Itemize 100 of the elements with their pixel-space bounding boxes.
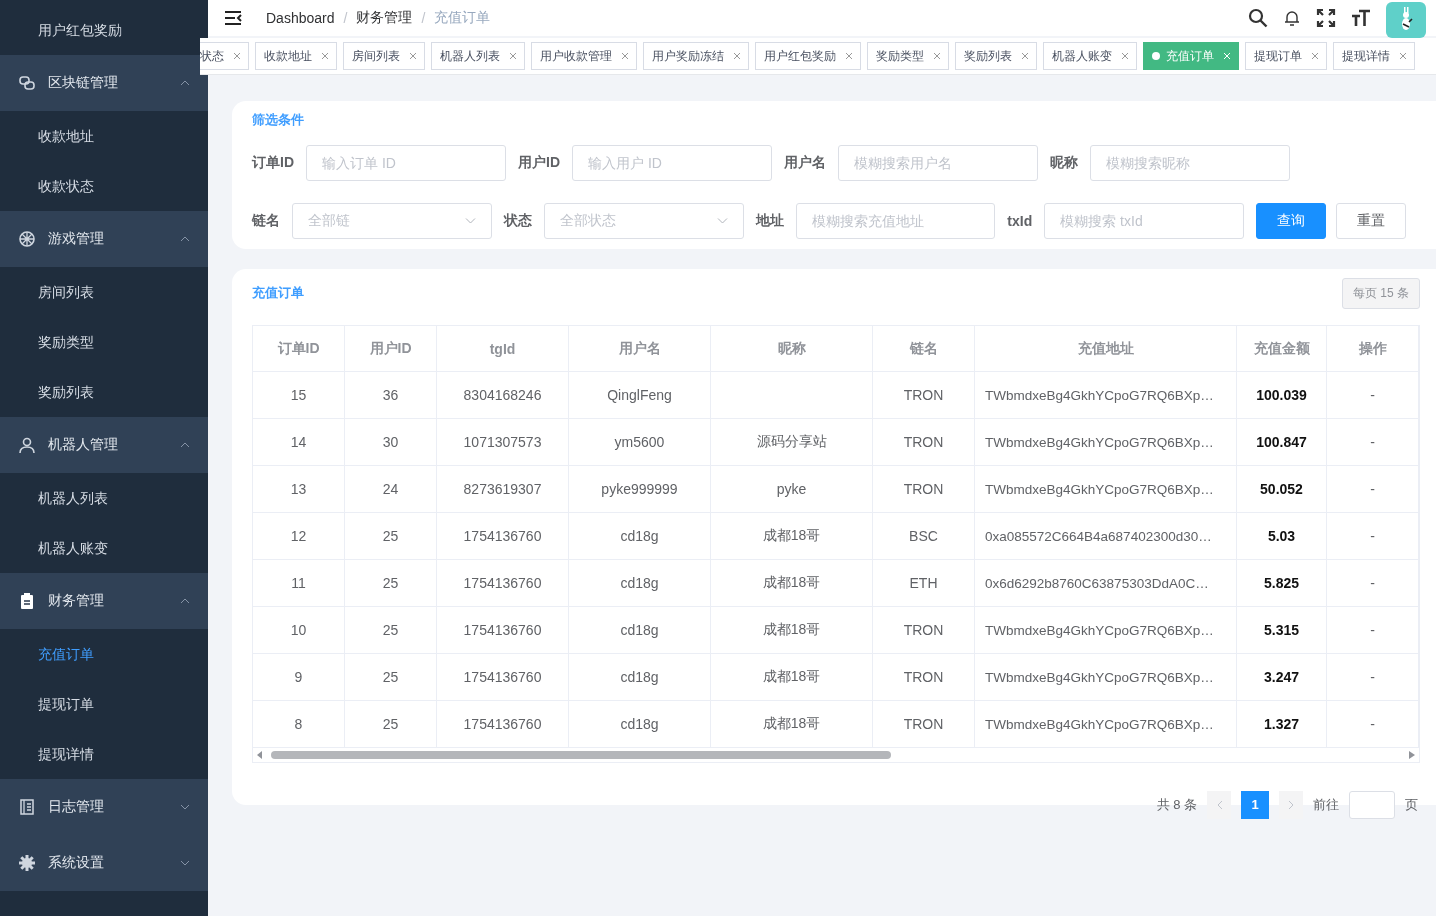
table-cell: 1754136760	[436, 512, 569, 560]
tag-tab[interactable]: 机器人列表	[431, 42, 525, 70]
close-icon[interactable]	[510, 53, 516, 59]
reset-button[interactable]: 重置	[1336, 203, 1406, 239]
field-label: 用户名	[784, 154, 826, 172]
table-cell: TRON	[872, 371, 975, 419]
table-cell: 5.03	[1236, 512, 1327, 560]
table-cell: 成都18哥	[710, 559, 873, 607]
tag-tab[interactable]: 提现详情	[1333, 42, 1415, 70]
input-field[interactable]: 模糊搜索用户名	[838, 145, 1038, 181]
search-icon[interactable]	[1248, 8, 1268, 28]
group-label: 游戏管理	[48, 230, 105, 248]
close-icon[interactable]	[1022, 53, 1028, 59]
close-icon[interactable]	[934, 53, 940, 59]
close-icon[interactable]	[734, 53, 740, 59]
tag-tab[interactable]: 用户奖励冻结	[643, 42, 749, 70]
table-cell: TRON	[872, 653, 975, 701]
breadcrumb-item[interactable]: Dashboard	[266, 10, 335, 26]
table-cell: 1754136760	[436, 559, 569, 607]
table-cell: TWbmdxeBg4GkhYCpoG7RQ6BXp…	[974, 371, 1237, 419]
tag-tab[interactable]: 提现订单	[1245, 42, 1327, 70]
close-icon[interactable]	[1122, 53, 1128, 59]
dot-icon	[1152, 52, 1160, 60]
table-cell: 1071307573	[436, 418, 569, 466]
sidebar-group[interactable]: 游戏管理	[0, 211, 208, 267]
field-label: 地址	[755, 212, 784, 230]
table-cell: ym5600	[568, 418, 711, 466]
tag-tab[interactable]: 用户红包奖励	[755, 42, 861, 70]
tag-tab[interactable]: 奖励列表	[955, 42, 1037, 70]
scroll-right-icon[interactable]	[1409, 751, 1415, 759]
table-cell: -	[1326, 418, 1419, 466]
close-icon[interactable]	[622, 53, 628, 59]
table-cell: 25	[344, 700, 437, 748]
table-cell: 100.847	[1236, 418, 1327, 466]
table-cell: 36	[344, 371, 437, 419]
page-unit: 页	[1405, 796, 1418, 814]
scroll-left-icon[interactable]	[257, 751, 263, 759]
sidebar-group[interactable]: 机器人管理	[0, 417, 208, 473]
column-header: 充值金额	[1236, 326, 1327, 372]
table-cell: 12	[253, 512, 345, 560]
close-icon[interactable]	[846, 53, 852, 59]
section-title: 充值订单	[252, 284, 304, 302]
table-cell: 成都18哥	[710, 653, 873, 701]
table-cell: TWbmdxeBg4GkhYCpoG7RQ6BXp…	[974, 606, 1237, 654]
table-cell: 14	[253, 418, 345, 466]
horizontal-scrollbar[interactable]	[253, 748, 1419, 763]
table-cell: TRON	[872, 700, 975, 748]
table-cell: 1754136760	[436, 700, 569, 748]
tag-tab[interactable]: 房间列表	[343, 42, 425, 70]
font-size-icon[interactable]	[1351, 8, 1371, 28]
table-cell: -	[1326, 465, 1419, 513]
table-cell: 成都18哥	[710, 606, 873, 654]
tag-tab[interactable]: 奖励类型	[867, 42, 949, 70]
avatar[interactable]	[1386, 2, 1426, 38]
scrollbar-thumb[interactable]	[271, 751, 891, 759]
field-label: 用户ID	[518, 154, 560, 172]
page-input[interactable]	[1349, 791, 1395, 819]
input-field[interactable]: 输入用户 ID	[572, 145, 772, 181]
input-field[interactable]: 模糊搜索 txId	[1044, 203, 1244, 239]
tag-tab[interactable]: 机器人账变	[1043, 42, 1137, 70]
column-header: 充值地址	[974, 326, 1237, 372]
bell-icon[interactable]	[1283, 9, 1301, 27]
table-cell: -	[1326, 700, 1419, 748]
table-cell: cd18g	[568, 653, 711, 701]
table-cell: 8273619307	[436, 465, 569, 513]
breadcrumb-separator: /	[421, 10, 426, 26]
chevron-down-icon	[716, 218, 728, 224]
breadcrumb-item: 充值订单	[434, 9, 491, 27]
sidebar-group[interactable]: 财务管理	[0, 573, 208, 629]
input-field[interactable]: 模糊搜索昵称	[1090, 145, 1290, 181]
sidebar-group[interactable]: 日志管理	[0, 779, 208, 835]
tag-tab[interactable]: 状态	[200, 42, 249, 70]
field-label: 昵称	[1050, 154, 1078, 172]
close-icon[interactable]	[1312, 53, 1318, 59]
fullscreen-icon[interactable]	[1316, 8, 1336, 28]
input-field[interactable]: 模糊搜索充值地址	[795, 203, 996, 239]
table-cell: 100.039	[1236, 371, 1327, 419]
table-cell: -	[1326, 512, 1419, 560]
input-field[interactable]: 输入订单 ID	[306, 145, 506, 181]
table-cell: ETH	[872, 559, 975, 607]
tag-tab[interactable]: 用户收款管理	[531, 42, 637, 70]
group-label: 区块链管理	[48, 74, 119, 92]
menu-icon[interactable]	[224, 11, 242, 25]
close-icon[interactable]	[1400, 53, 1406, 59]
table-cell: 1754136760	[436, 606, 569, 654]
table-cell: 15	[253, 371, 345, 419]
breadcrumb-item[interactable]: 财务管理	[356, 9, 413, 27]
table-cell: 11	[253, 559, 345, 607]
tag-tab[interactable]: 收款地址	[255, 42, 337, 70]
table-cell: 1.327	[1236, 700, 1327, 748]
table-cell: 50.052	[1236, 465, 1327, 513]
table-cell: 25	[344, 512, 437, 560]
close-icon[interactable]	[410, 53, 416, 59]
close-icon[interactable]	[322, 53, 328, 59]
column-header: 订单ID	[253, 326, 345, 372]
sidebar-group[interactable]: 系统设置	[0, 835, 208, 891]
table-cell: TWbmdxeBg4GkhYCpoG7RQ6BXp…	[974, 653, 1237, 701]
page-size-badge: 每页 15 条	[1342, 277, 1420, 309]
close-icon[interactable]	[234, 53, 240, 59]
group-label: 机器人管理	[48, 436, 119, 454]
